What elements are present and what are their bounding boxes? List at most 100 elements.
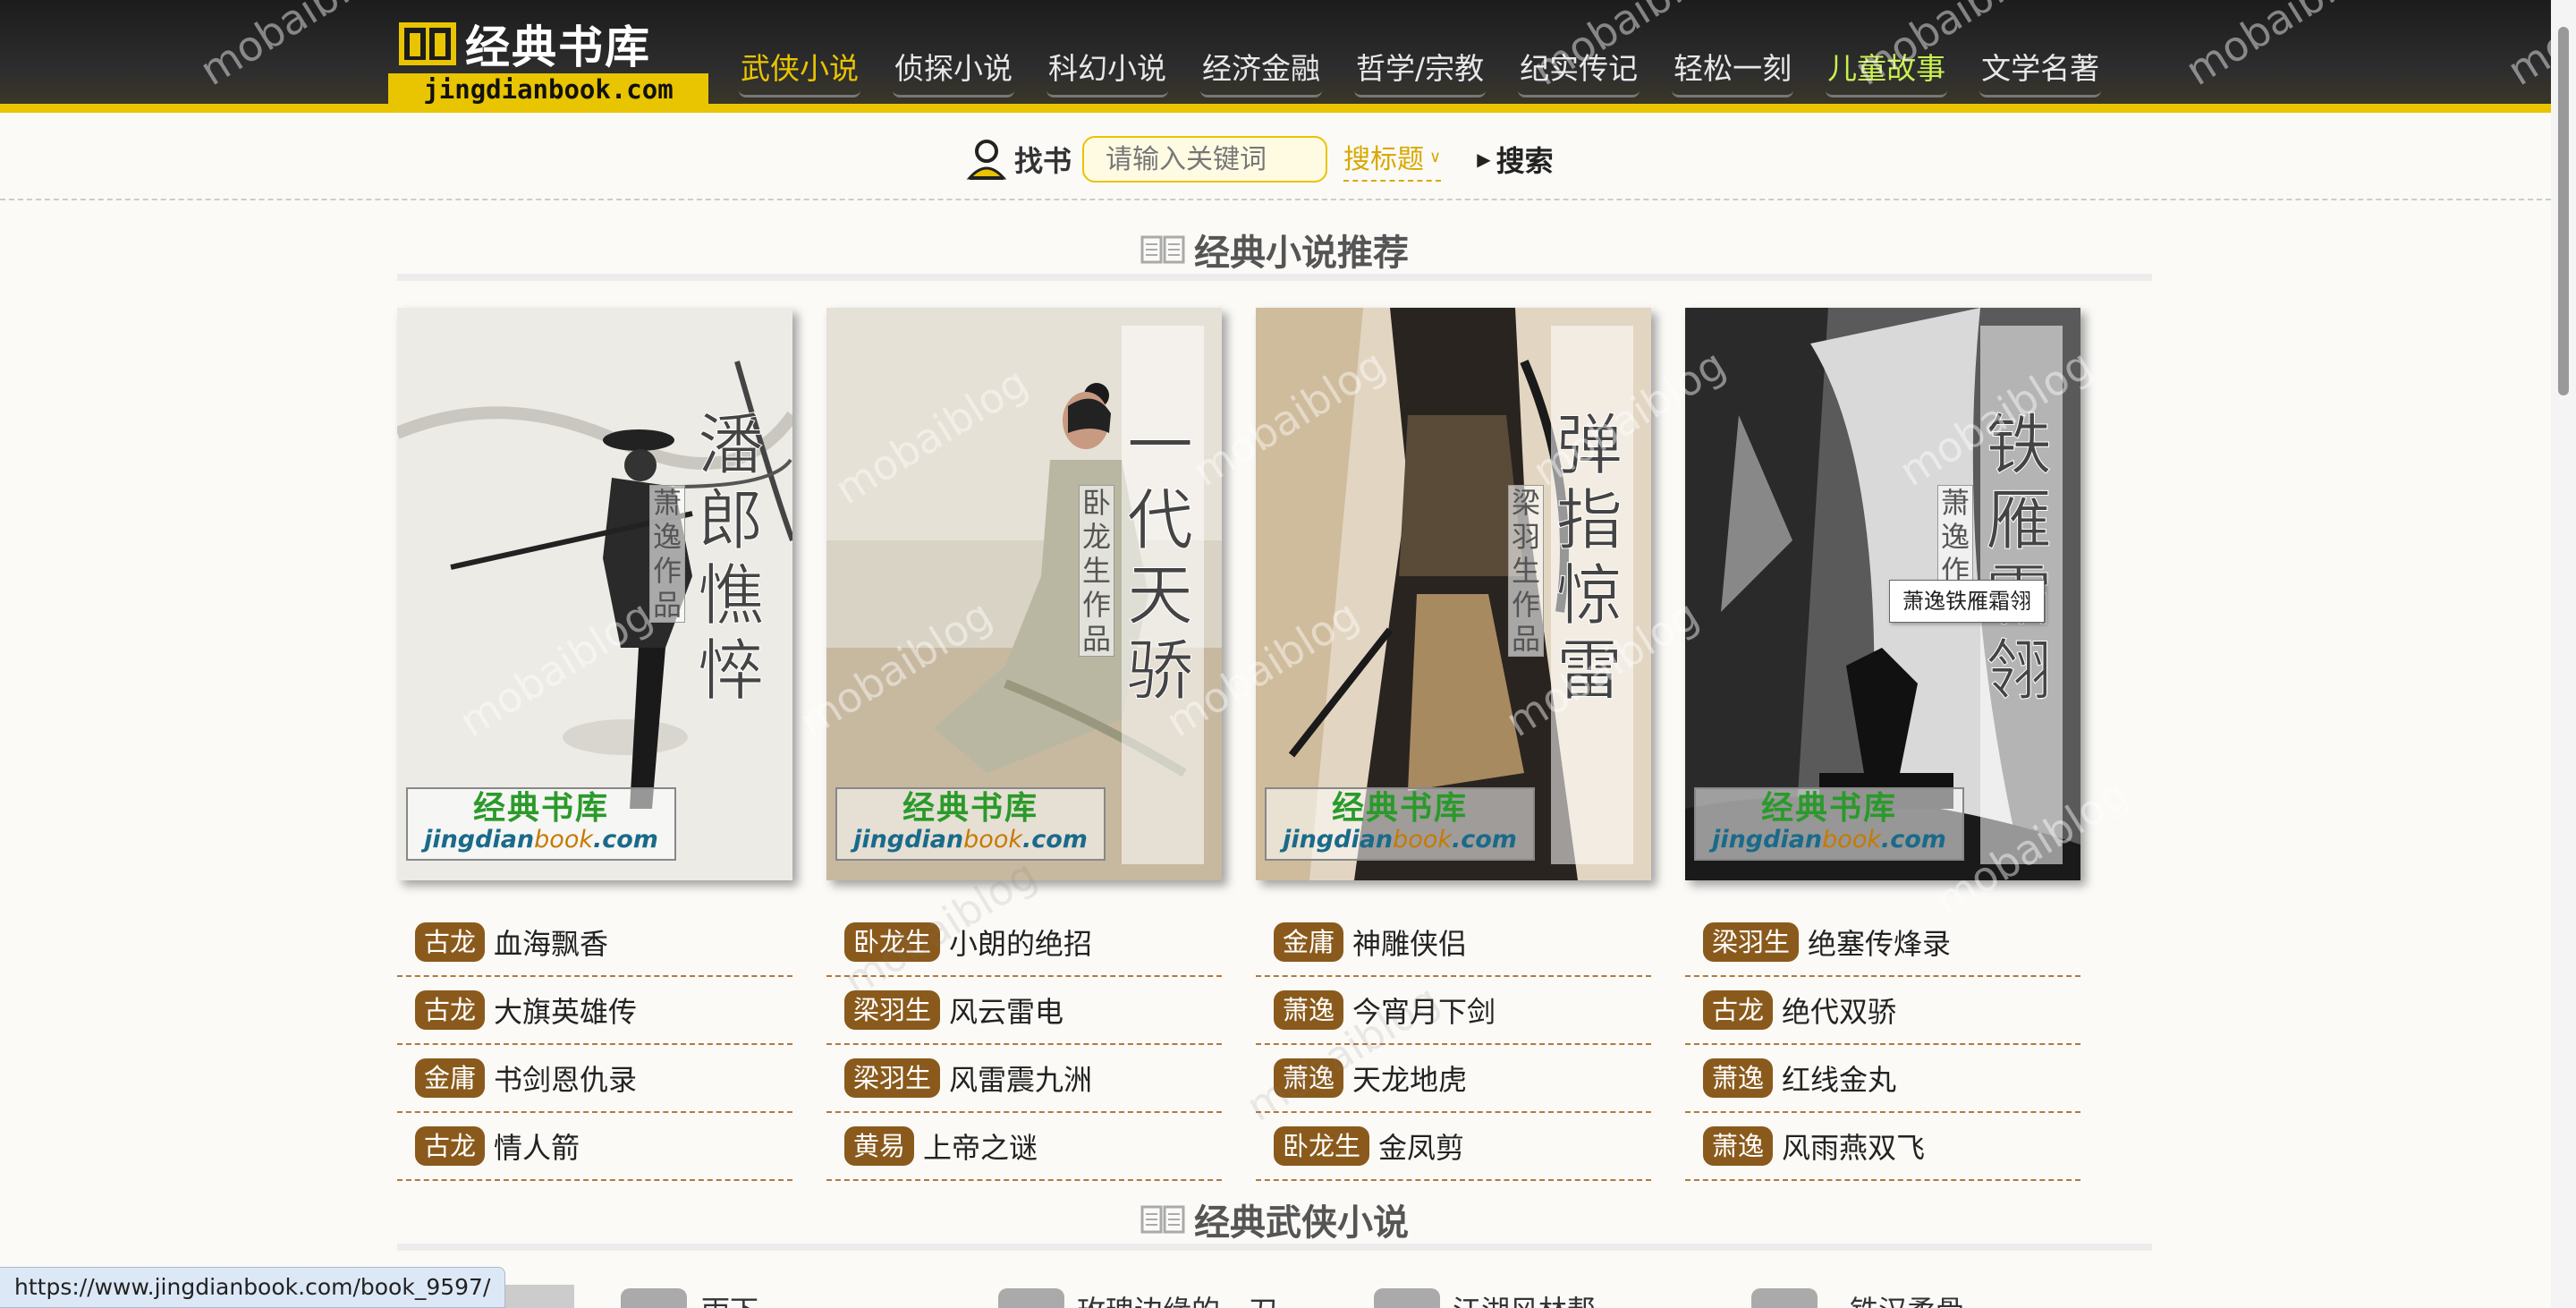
- list-item[interactable]: 卧龙生 金凤剪: [1256, 1113, 1651, 1181]
- nav-item[interactable]: 纪实传记: [1518, 41, 1640, 98]
- book-list: 卧龙生 小朗的绝招 梁羽生 风云雷电 梁羽生 风雷震九洲 黄易 上帝之谜: [826, 909, 1222, 1181]
- book-name[interactable]: 天龙地虎: [1352, 1057, 1467, 1099]
- author-badge[interactable]: 梁羽生: [1703, 922, 1800, 962]
- search-button-label: 搜索: [1496, 144, 1554, 178]
- author-badge[interactable]: [1751, 1288, 1818, 1308]
- list-item[interactable]: 萧逸 风雨燕双飞: [1685, 1113, 2080, 1181]
- cover-brand: 经典书库 jingdianbook.com: [406, 787, 676, 861]
- cover-brand: 经典书库 jingdianbook.com: [835, 787, 1106, 861]
- book-name[interactable]: 上帝之谜: [923, 1125, 1038, 1167]
- brand-en: jingdian: [424, 826, 535, 854]
- brand-cn: 经典书库: [472, 789, 609, 827]
- nav-item[interactable]: 儿童故事: [1826, 41, 1948, 98]
- nav-item[interactable]: 轻松一刻: [1672, 41, 1794, 98]
- brand-en: .com: [1451, 826, 1517, 854]
- section-title-wuxia: 经典武侠小说: [397, 1195, 2152, 1251]
- nav-item[interactable]: 经济金融: [1200, 41, 1322, 98]
- author-badge[interactable]: 金庸: [415, 1058, 486, 1098]
- author-badge[interactable]: 古龙: [415, 990, 486, 1030]
- book-name[interactable]: 绝代双骄: [1782, 989, 1896, 1031]
- brand-en: book: [1393, 826, 1452, 854]
- brand-en: .com: [1880, 826, 1946, 854]
- book-name[interactable]: 金凤剪: [1378, 1125, 1464, 1167]
- list-item[interactable]: 梁羽生 绝塞传烽录: [1685, 909, 2080, 977]
- section-title-recommend: 经典小说推荐: [397, 225, 2152, 281]
- search-button[interactable]: ▶ 搜索: [1477, 139, 1553, 180]
- nav-item[interactable]: 文学名著: [1979, 41, 2102, 98]
- list-item[interactable]: 金庸 神雕侠侣: [1256, 909, 1651, 977]
- list-item[interactable]: 萧逸 红线金丸: [1685, 1045, 2080, 1113]
- brand-en: .com: [592, 826, 658, 854]
- book-name[interactable]: 情人箭: [494, 1125, 580, 1167]
- author-badge[interactable]: [998, 1288, 1064, 1308]
- author-badge[interactable]: 梁羽生: [844, 990, 941, 1030]
- logo-title: 经典书库: [465, 21, 651, 73]
- book-name[interactable]: 书剑恩仇录: [494, 1057, 637, 1099]
- author-badge[interactable]: 萧逸: [1274, 1058, 1344, 1098]
- scrollbar[interactable]: [2551, 0, 2576, 1308]
- list-item[interactable]: 黄易 上帝之谜: [826, 1113, 1222, 1181]
- author-badge[interactable]: 古龙: [415, 1126, 486, 1166]
- book-name[interactable]: 今宵月下剑: [1352, 989, 1496, 1031]
- logo-domain: jingdianbook.com: [388, 73, 708, 106]
- author-badge[interactable]: 黄易: [844, 1126, 915, 1166]
- list-item[interactable]: 梁羽生 风雷震九洲: [826, 1045, 1222, 1113]
- list-item[interactable]: 金庸 书剑恩仇录: [397, 1045, 792, 1113]
- book-name[interactable]: 红线金丸: [1782, 1057, 1896, 1099]
- list-item[interactable]: 卧龙生 小朗的绝招: [826, 909, 1222, 977]
- book-name[interactable]: 雨下: [701, 1288, 758, 1308]
- author-badge[interactable]: 萧逸: [1703, 1058, 1774, 1098]
- list-item[interactable]: 古龙 情人箭: [397, 1113, 792, 1181]
- nav-item[interactable]: 侦探小说: [893, 41, 1014, 98]
- nav-item[interactable]: 哲学/宗教: [1354, 41, 1487, 98]
- list-item[interactable]: 萧逸 今宵月下剑: [1256, 977, 1651, 1045]
- cover-author: 卧龙生作品: [1079, 485, 1114, 657]
- brand-en: jingdian: [853, 826, 964, 854]
- book-cover[interactable]: 卧龙生作品 一代天骄 经典书库 jingdianbook.com: [826, 308, 1222, 880]
- search-input[interactable]: [1082, 136, 1328, 183]
- book-name[interactable]: 大旗英雄传: [494, 989, 637, 1031]
- book-name[interactable]: 风雷震九洲: [949, 1057, 1092, 1099]
- author-badge[interactable]: 古龙: [1703, 990, 1774, 1030]
- book-name[interactable]: 小朗的绝招: [949, 922, 1092, 963]
- scrollbar-thumb[interactable]: [2558, 27, 2569, 395]
- book-name[interactable]: 江湖风林帮: [1453, 1288, 1596, 1308]
- author-badge[interactable]: 卧龙生: [1274, 1126, 1370, 1166]
- book-name[interactable]: 绝塞传烽录: [1808, 922, 1951, 963]
- book-name[interactable]: 血海飘香: [494, 922, 608, 963]
- author-badge[interactable]: 梁羽生: [844, 1058, 941, 1098]
- play-triangle-icon: ▶: [1477, 149, 1491, 170]
- brand-cn: 经典书库: [1331, 789, 1468, 827]
- search-bar: 找书 搜标题 ∨ ▶ 搜索: [966, 132, 1554, 186]
- cover-title: 潘郎憔悴: [698, 407, 765, 709]
- author-badge[interactable]: 古龙: [415, 922, 486, 962]
- book-name[interactable]: 风云雷电: [949, 989, 1063, 1031]
- author-badge[interactable]: 萧逸: [1703, 1126, 1774, 1166]
- search-type-select[interactable]: 搜标题 ∨: [1343, 137, 1442, 182]
- brand-en: book: [1822, 826, 1881, 854]
- author-badge[interactable]: 卧龙生: [844, 922, 941, 962]
- author-badge[interactable]: 金庸: [1274, 922, 1344, 962]
- book-name[interactable]: 铁汉柔骨: [1850, 1288, 1964, 1308]
- book-name[interactable]: 玫瑰边缘的一刀: [1077, 1288, 1277, 1308]
- book-icon: [1140, 1204, 1185, 1235]
- author-badge[interactable]: 萧逸: [1274, 990, 1344, 1030]
- author-badge[interactable]: [1374, 1288, 1440, 1308]
- author-badge[interactable]: [621, 1288, 687, 1308]
- list-item[interactable]: 古龙 绝代双骄: [1685, 977, 2080, 1045]
- list-item[interactable]: 萧逸 天龙地虎: [1256, 1045, 1651, 1113]
- book-name[interactable]: 风雨燕双飞: [1782, 1125, 1925, 1167]
- nav-item[interactable]: 武侠小说: [739, 41, 860, 98]
- nav-item[interactable]: 科幻小说: [1046, 41, 1168, 98]
- book-cover[interactable]: 梁羽生作品 弹指惊雷 经典书库 jingdianbook.com: [1256, 308, 1651, 880]
- book-cover[interactable]: 萧逸作品 潘郎憔悴 经典书库 jingdianbook.com: [397, 308, 792, 880]
- cover-title: 一代天骄: [1127, 407, 1194, 709]
- site-logo[interactable]: 经典书库 jingdianbook.com: [388, 13, 708, 106]
- section-title-text: 经典武侠小说: [1194, 1202, 1409, 1244]
- list-item[interactable]: 古龙 血海飘香: [397, 909, 792, 977]
- list-item[interactable]: 古龙 大旗英雄传: [397, 977, 792, 1045]
- book-name[interactable]: 神雕侠侣: [1352, 922, 1467, 963]
- logo-top: 经典书库: [397, 14, 651, 73]
- list-item[interactable]: 梁羽生 风云雷电: [826, 977, 1222, 1045]
- brand-cn: 经典书库: [1760, 789, 1897, 827]
